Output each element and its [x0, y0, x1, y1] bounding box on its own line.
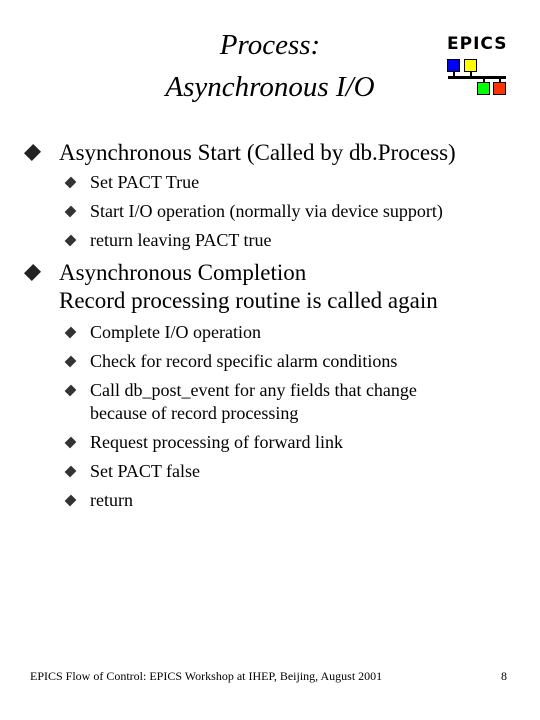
sub-bullet-diamond-icon — [64, 355, 77, 368]
list-item: Call db_post_event for any fields that c… — [90, 380, 417, 400]
bus-line-icon — [448, 76, 506, 79]
list-item: Check for record specific alarm conditio… — [90, 351, 398, 371]
sub-bullet-diamond-icon — [64, 494, 77, 507]
logo-text: EPICS — [447, 34, 508, 54]
title-line-1: Process: — [219, 29, 321, 61]
page-number: 8 — [501, 669, 507, 683]
list-item: Set PACT True — [90, 172, 200, 192]
sub-bullet-diamond-icon — [64, 205, 77, 218]
stub-2 — [470, 72, 472, 77]
epics-logo: EPICS — [440, 30, 520, 100]
list-item: Request processing of forward link — [90, 432, 343, 452]
slide-title: Process: Asynchronous I/O — [120, 24, 420, 108]
list-item: Complete I/O operation — [90, 322, 261, 342]
yellow-node-icon — [464, 59, 477, 72]
bullet-diamond-icon — [23, 143, 42, 162]
section-heading-line-2: Record processing routine is called agai… — [59, 288, 438, 313]
blue-node-icon — [447, 59, 460, 72]
list-item: return leaving PACT true — [90, 230, 272, 250]
sub-bullet-diamond-icon — [64, 384, 77, 397]
section-heading: Asynchronous Start (Called by db.Process… — [59, 140, 456, 165]
list-item: Set PACT false — [90, 461, 201, 481]
list-item: Start I/O operation (normally via device… — [90, 201, 443, 221]
sub-bullet-diamond-icon — [64, 176, 77, 189]
list-item-continuation: because of record processing — [90, 403, 299, 423]
red-node-icon — [493, 82, 506, 95]
footer-text: EPICS Flow of Control: EPICS Workshop at… — [30, 669, 383, 683]
sub-bullet-diamond-icon — [64, 465, 77, 478]
section-heading: Asynchronous Completion — [59, 260, 307, 285]
green-node-icon — [477, 82, 490, 95]
title-line-2: Asynchronous I/O — [165, 71, 375, 103]
bullet-diamond-icon — [23, 263, 42, 282]
stub-1 — [453, 72, 455, 77]
sub-bullet-diamond-icon — [64, 326, 77, 339]
list-item: return — [90, 490, 133, 510]
sub-bullet-diamond-icon — [64, 234, 77, 247]
sub-bullet-diamond-icon — [64, 436, 77, 449]
